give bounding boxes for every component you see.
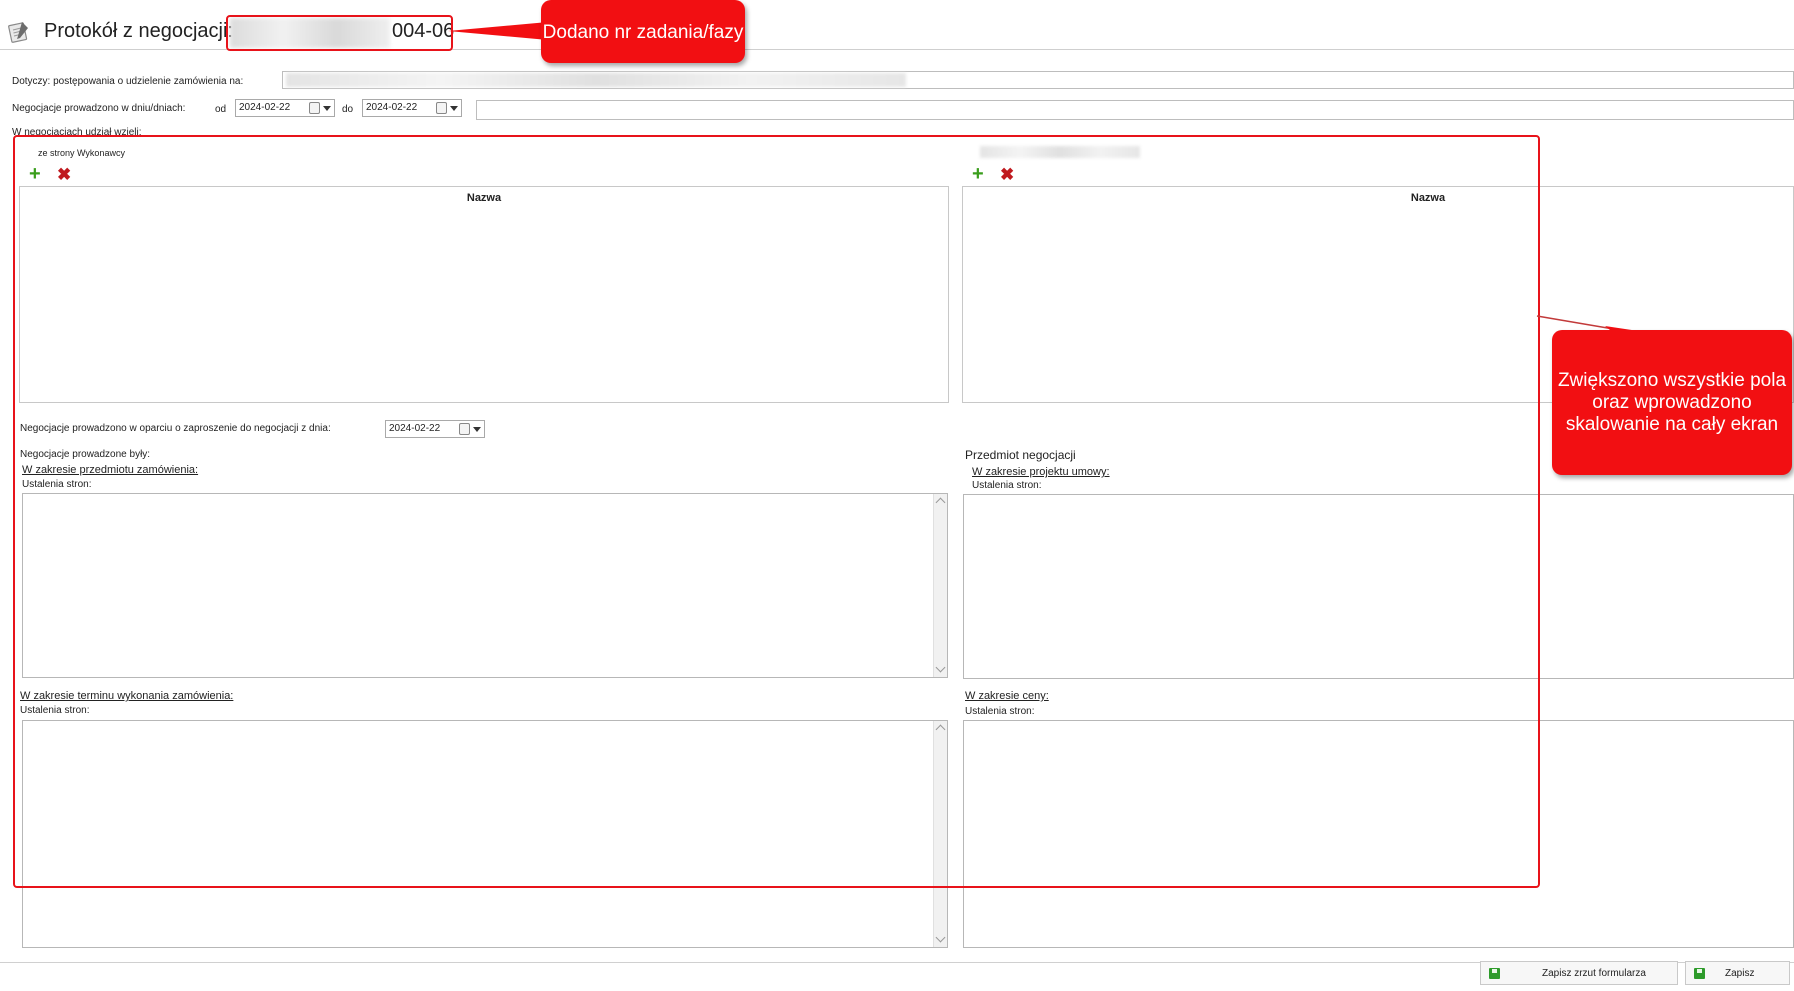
zapisz-button[interactable]: Zapisz bbox=[1685, 961, 1790, 985]
callout-right: Zwiększono wszystkie pola oraz wprowadzo… bbox=[1552, 330, 1792, 475]
od-date-picker[interactable]: 2024-02-22 bbox=[235, 99, 335, 117]
zakres-przedmiotu-textarea[interactable] bbox=[22, 493, 948, 678]
calendar-icon[interactable] bbox=[309, 102, 320, 114]
ustalenia-label: Ustalenia stron: bbox=[965, 706, 1035, 717]
zakres-ceny-label: W zakresie ceny: bbox=[965, 690, 1049, 702]
zamawiajacy-redacted-label bbox=[980, 146, 1140, 158]
remove-wykonawca-icon[interactable]: ✖ bbox=[57, 166, 71, 184]
zaproszenie-date-picker[interactable]: 2024-02-22 bbox=[385, 420, 485, 438]
zapisz-zrzut-label: Zapisz zrzut formularza bbox=[1542, 967, 1646, 979]
dotyczy-label: Dotyczy: postępowania o udzielenie zamów… bbox=[12, 76, 244, 87]
grid-header-nazwa[interactable]: Nazwa bbox=[963, 187, 1794, 209]
scroll-down-icon[interactable] bbox=[935, 662, 946, 673]
zaproszenie-date-value: 2024-02-22 bbox=[389, 423, 441, 434]
do-date-value: 2024-02-22 bbox=[366, 102, 418, 113]
zakres-terminu-textarea[interactable] bbox=[22, 720, 948, 948]
add-zamawiajacy-icon[interactable]: + bbox=[972, 164, 984, 184]
do-date-picker[interactable]: 2024-02-22 bbox=[362, 99, 462, 117]
chevron-down-icon[interactable] bbox=[450, 106, 458, 111]
przedmiot-negocjacji-label: Przedmiot negocjacji bbox=[965, 448, 1076, 462]
calendar-icon[interactable] bbox=[459, 423, 470, 435]
zakres-terminu-label: W zakresie terminu wykonania zamówienia: bbox=[20, 690, 234, 702]
negocjacje-daty-extra-input[interactable] bbox=[476, 100, 1794, 120]
od-label: od bbox=[215, 104, 227, 115]
wykonawca-grid[interactable]: Nazwa bbox=[19, 186, 949, 403]
prowadzone-byly-label: Negocjacje prowadzone były: bbox=[20, 449, 151, 460]
chevron-down-icon[interactable] bbox=[473, 427, 481, 432]
remove-zamawiajacy-icon[interactable]: ✖ bbox=[1000, 166, 1014, 184]
dotyczy-redacted-value bbox=[286, 73, 906, 87]
zakres-projektu-label: W zakresie projektu umowy: bbox=[972, 466, 1110, 478]
ustalenia-label: Ustalenia stron: bbox=[22, 479, 92, 490]
callout-top: Dodano nr zadania/fazy bbox=[541, 0, 745, 63]
udzial-label: W negocjacjach udział wzięli: bbox=[12, 127, 142, 138]
callout-pointer-top bbox=[448, 22, 548, 40]
do-label: do bbox=[342, 104, 354, 115]
negocjacje-daty-label: Negocjacje prowadzono w dniu/dniach: bbox=[12, 103, 186, 114]
window-title: Protokół z negocjacji: bbox=[44, 20, 233, 42]
od-date-value: 2024-02-22 bbox=[239, 102, 291, 113]
floppy-icon bbox=[1489, 967, 1500, 979]
scroll-up-icon[interactable] bbox=[935, 497, 946, 508]
add-wykonawca-icon[interactable]: + bbox=[29, 164, 41, 184]
title-highlight-box bbox=[226, 15, 453, 51]
ustalenia-label: Ustalenia stron: bbox=[20, 705, 90, 716]
chevron-down-icon[interactable] bbox=[323, 106, 331, 111]
ustalenia-label: Ustalenia stron: bbox=[972, 480, 1042, 491]
grid-header-nazwa[interactable]: Nazwa bbox=[20, 187, 948, 209]
scroll-up-icon[interactable] bbox=[935, 724, 946, 735]
zakres-projektu-textarea[interactable] bbox=[963, 494, 1794, 679]
floppy-icon bbox=[1694, 967, 1705, 979]
zapisz-label: Zapisz bbox=[1725, 967, 1755, 979]
scroll-down-icon[interactable] bbox=[935, 932, 946, 943]
calendar-icon[interactable] bbox=[436, 102, 447, 114]
zapisz-zrzut-button[interactable]: Zapisz zrzut formularza bbox=[1480, 961, 1678, 985]
scrollbar[interactable] bbox=[933, 494, 947, 677]
notepad-icon bbox=[8, 22, 28, 43]
scrollbar[interactable] bbox=[933, 721, 947, 947]
zakres-przedmiotu-label: W zakresie przedmiotu zamówienia: bbox=[22, 464, 199, 476]
zaproszenie-label: Negocjacje prowadzono w oparciu o zapros… bbox=[20, 423, 331, 434]
zakres-ceny-textarea[interactable] bbox=[963, 720, 1794, 948]
wykonawca-label: ze strony Wykonawcy bbox=[38, 148, 125, 158]
